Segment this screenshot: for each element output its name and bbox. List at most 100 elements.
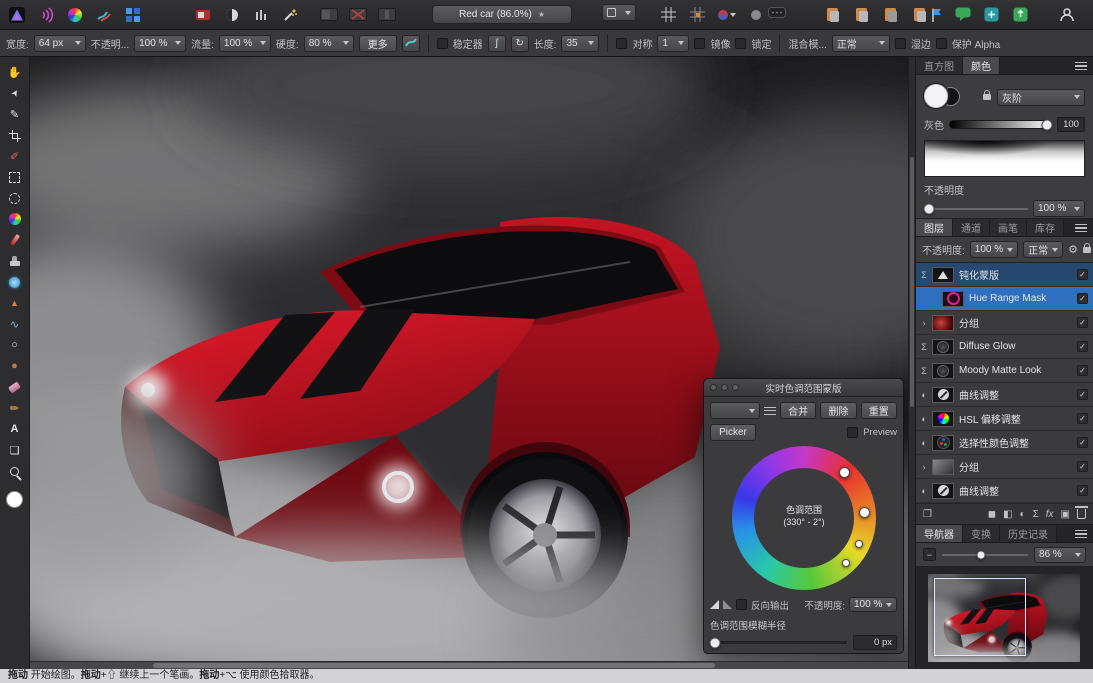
document-title-dropdown[interactable]: Red car (86.0%) ★: [432, 5, 572, 24]
brush-width-dropdown[interactable]: 64 px: [34, 35, 86, 52]
navigator-viewport-rect[interactable]: [934, 578, 1026, 656]
layer-visibility-checkbox[interactable]: ✓: [1077, 293, 1088, 304]
clone-stamp-tool[interactable]: [4, 251, 26, 271]
layer-thumbnail[interactable]: [932, 459, 954, 475]
layers-blend-dropdown[interactable]: 正常: [1023, 241, 1063, 258]
flag-icon[interactable]: [926, 4, 947, 25]
pen-tool[interactable]: ✎: [4, 104, 26, 124]
layer-visibility-checkbox[interactable]: ✓: [1077, 269, 1088, 280]
lock-icon[interactable]: [1083, 247, 1091, 253]
tab-history[interactable]: 历史记录: [1000, 525, 1057, 542]
navigator-thumbnail[interactable]: [928, 574, 1080, 662]
layer-row[interactable]: ◐ 选择性颜色调整 ✓: [916, 431, 1093, 455]
pixel-layer-icon[interactable]: ◼: [988, 509, 996, 520]
window-stabilizer-icon[interactable]: ↻: [511, 35, 529, 52]
assistant-waves-icon[interactable]: [35, 4, 56, 25]
layer-visibility-checkbox[interactable]: ✓: [1077, 413, 1088, 424]
speech-bubble-icon[interactable]: [766, 4, 787, 25]
delete-button[interactable]: 删除: [820, 402, 856, 419]
gear-icon[interactable]: ⚙: [1068, 243, 1078, 256]
layer-row[interactable]: › 分组 ✓: [916, 311, 1093, 335]
export-icon[interactable]: [1010, 4, 1031, 25]
layer-row[interactable]: Σ Moody Matte Look ✓: [916, 359, 1093, 383]
hue-falloff-handle[interactable]: [842, 559, 850, 567]
dialog-titlebar[interactable]: 实时色调范围蒙版: [704, 379, 903, 397]
dodge-tool[interactable]: ○: [4, 335, 26, 355]
layout-grid-icon[interactable]: [122, 4, 143, 25]
tab-histogram[interactable]: 直方图: [916, 57, 963, 74]
snap-grid-icon[interactable]: [658, 4, 679, 25]
softproof-dot-icon[interactable]: [745, 4, 766, 25]
layer-thumbnail[interactable]: [932, 483, 954, 499]
vertical-scrollbar[interactable]: [908, 57, 915, 669]
layer-row[interactable]: Σ Diffuse Glow ✓: [916, 335, 1093, 359]
hue-falloff-handle[interactable]: [855, 540, 863, 548]
tab-navigator[interactable]: 导航器: [916, 525, 963, 542]
scrollbar-thumb[interactable]: [910, 157, 914, 407]
magic-wand-icon[interactable]: [279, 4, 300, 25]
brush-preview-icon[interactable]: [402, 35, 420, 52]
ramp-down-icon[interactable]: [723, 600, 732, 609]
lasso-tool[interactable]: [4, 188, 26, 208]
eraser-tool[interactable]: [4, 377, 26, 397]
ramp-up-icon[interactable]: [710, 600, 719, 609]
blur-radius-value[interactable]: 0 px: [853, 635, 897, 650]
sharpen-tool[interactable]: ▲: [4, 293, 26, 313]
share-grid-icon[interactable]: [981, 4, 1002, 25]
tab-transform[interactable]: 变换: [963, 525, 1000, 542]
view-mode-dropdown[interactable]: [602, 4, 636, 21]
smudge-tool[interactable]: ∿: [4, 314, 26, 334]
layer-row[interactable]: ◐ 曲线调整 ✓: [916, 383, 1093, 407]
burn-tool[interactable]: ●: [4, 356, 26, 376]
tab-stock[interactable]: 库存: [1027, 219, 1064, 236]
slider-thumb[interactable]: [924, 203, 935, 214]
primary-color-swatch[interactable]: [924, 84, 948, 108]
layer-visibility-checkbox[interactable]: ✓: [1077, 365, 1088, 376]
layer-thumbnail[interactable]: [932, 363, 954, 379]
document-canvas[interactable]: 实时色调范围蒙版 合并 删除 重置 Picker Preview: [30, 57, 908, 661]
layer-row[interactable]: ◐ 曲线调整 ✓: [916, 479, 1093, 503]
picker-button[interactable]: Picker: [710, 424, 756, 441]
panel-menu-icon[interactable]: [1075, 62, 1087, 70]
pan-tool[interactable]: ✋: [4, 62, 26, 82]
preset-dropdown[interactable]: [710, 402, 760, 419]
pixel-grid-icon[interactable]: [687, 4, 708, 25]
tab-color[interactable]: 颜色: [963, 57, 1000, 74]
layer-thumbnail[interactable]: [932, 387, 954, 403]
person-icon[interactable]: [1056, 4, 1077, 25]
color-opacity-slider[interactable]: [924, 208, 1028, 210]
layer-row[interactable]: › 分组 ✓: [916, 455, 1093, 479]
scrollbar-thumb[interactable]: [153, 663, 715, 668]
tone-gradient-preview[interactable]: [924, 140, 1085, 177]
contrast-icon[interactable]: [221, 4, 242, 25]
protect-alpha-checkbox[interactable]: [936, 38, 947, 49]
move-tool[interactable]: ➤: [0, 78, 28, 107]
layer-row[interactable]: ◐ HSL 偏移调整 ✓: [916, 407, 1093, 431]
paste-icon[interactable]: [880, 4, 901, 25]
layer-thumbnail[interactable]: [932, 435, 954, 451]
hue-range-mask-dialog[interactable]: 实时色调范围蒙版 合并 删除 重置 Picker Preview: [703, 378, 904, 654]
current-color-swatch[interactable]: [6, 491, 23, 508]
layer-thumbnail[interactable]: [932, 339, 954, 355]
copy-icon[interactable]: [851, 4, 872, 25]
layer-thumbnail[interactable]: [942, 291, 964, 307]
window-zoom-button[interactable]: [732, 384, 739, 391]
layer-visibility-checkbox[interactable]: ✓: [1077, 389, 1088, 400]
color-picker-tool[interactable]: [4, 209, 26, 229]
zoom-out-button[interactable]: −: [923, 548, 936, 561]
delete-layer-icon[interactable]: [1077, 509, 1086, 519]
zoom-tool[interactable]: [4, 461, 26, 481]
paint-brush-tool[interactable]: [4, 230, 26, 250]
preview-checkbox[interactable]: [847, 427, 858, 438]
color-profile-dropdown[interactable]: [716, 4, 737, 25]
layer-thumbnail[interactable]: [932, 315, 954, 331]
lock-checkbox[interactable]: [735, 38, 746, 49]
merge-button[interactable]: 合并: [780, 402, 816, 419]
stabilizer-checkbox[interactable]: [437, 38, 448, 49]
layer-visibility-checkbox[interactable]: ✓: [1077, 341, 1088, 352]
brush-flow-dropdown[interactable]: 100 %: [219, 35, 271, 52]
live-filter-icon[interactable]: Σ: [1033, 509, 1039, 520]
zoom-slider[interactable]: [942, 554, 1028, 556]
layer-visibility-checkbox[interactable]: ✓: [1077, 317, 1088, 328]
group-icon[interactable]: ▣: [1061, 509, 1070, 520]
